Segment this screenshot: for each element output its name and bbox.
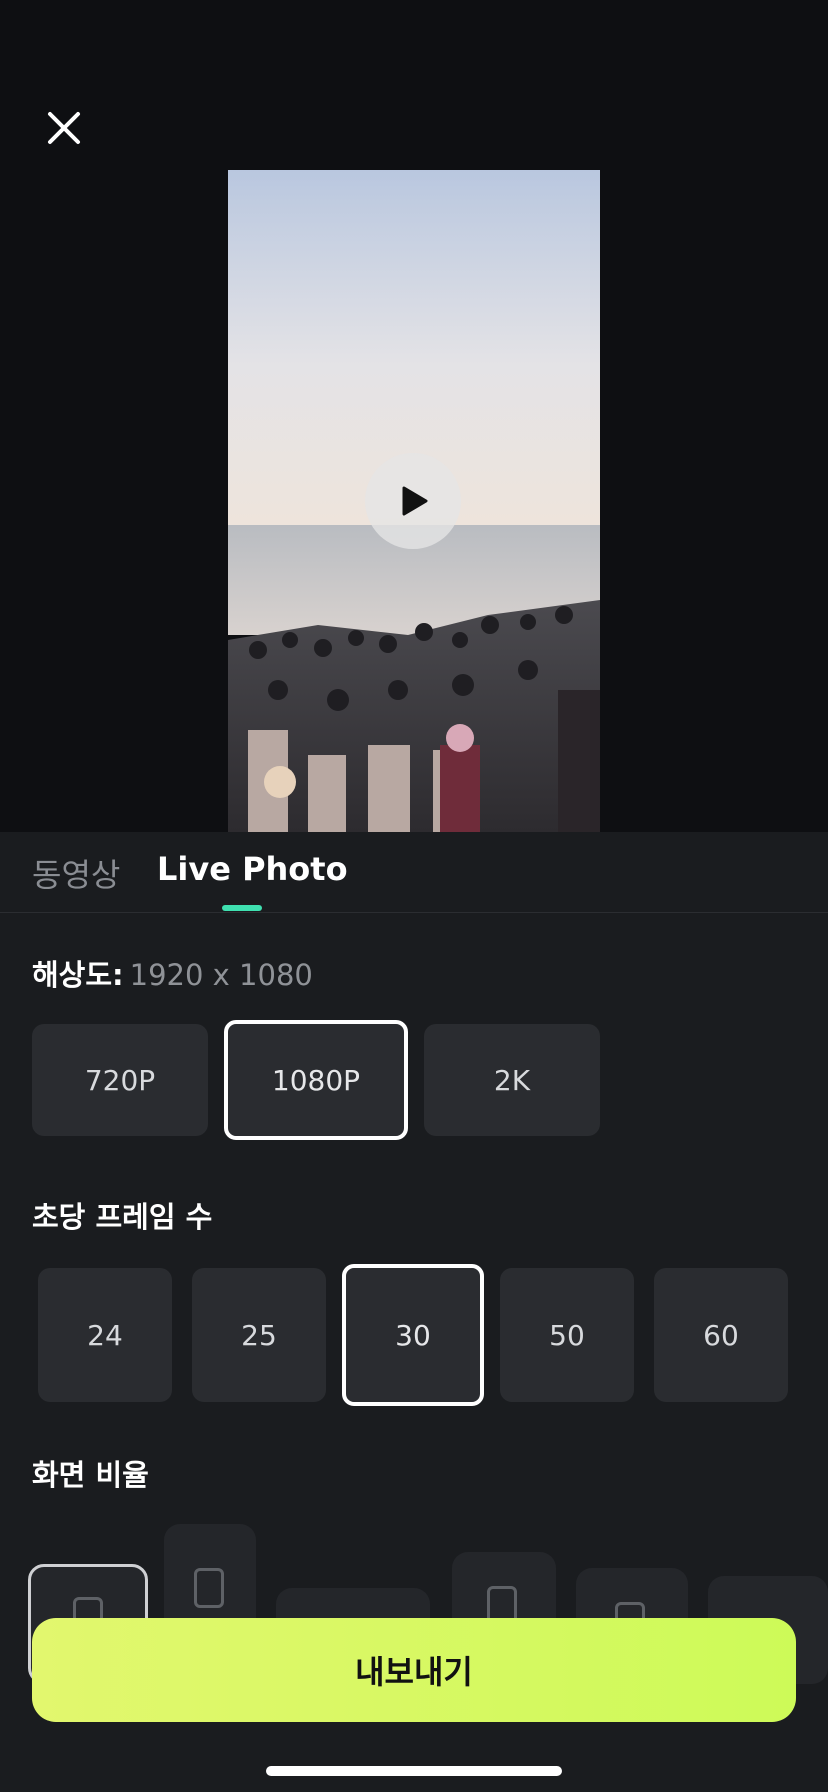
- resolution-option-720p[interactable]: 720P: [32, 1024, 208, 1136]
- resolution-option-1080p[interactable]: 1080P: [224, 1020, 408, 1140]
- preview-area: [0, 0, 828, 832]
- close-icon: [48, 112, 80, 144]
- fps-option-24[interactable]: 24: [38, 1268, 172, 1402]
- video-preview[interactable]: [228, 170, 600, 832]
- aspect-ratio-heading: 화면 비율: [32, 1458, 149, 1492]
- fps-option-30[interactable]: 30: [342, 1264, 484, 1406]
- tab-live-photo[interactable]: Live Photo: [157, 850, 348, 888]
- export-button[interactable]: 내보내기: [32, 1618, 796, 1722]
- resolution-heading: 해상도: 1920 x 1080: [32, 952, 313, 994]
- export-type-tabs: 동영상 Live Photo: [0, 832, 828, 913]
- resolution-label: 해상도:: [32, 958, 124, 992]
- fps-option-60[interactable]: 60: [654, 1268, 788, 1402]
- close-button[interactable]: [40, 104, 88, 152]
- resolution-option-2k[interactable]: 2K: [424, 1024, 600, 1136]
- play-icon: [402, 486, 428, 516]
- play-button[interactable]: [365, 453, 461, 549]
- fps-option-50[interactable]: 50: [500, 1268, 634, 1402]
- fps-heading: 초당 프레임 수: [32, 1200, 213, 1234]
- fps-option-25[interactable]: 25: [192, 1268, 326, 1402]
- resolution-value: 1920 x 1080: [129, 958, 313, 992]
- tiktok-icon: [194, 1568, 224, 1608]
- tab-video[interactable]: 동영상: [32, 850, 120, 896]
- home-indicator: [266, 1766, 562, 1776]
- active-tab-indicator: [222, 905, 262, 911]
